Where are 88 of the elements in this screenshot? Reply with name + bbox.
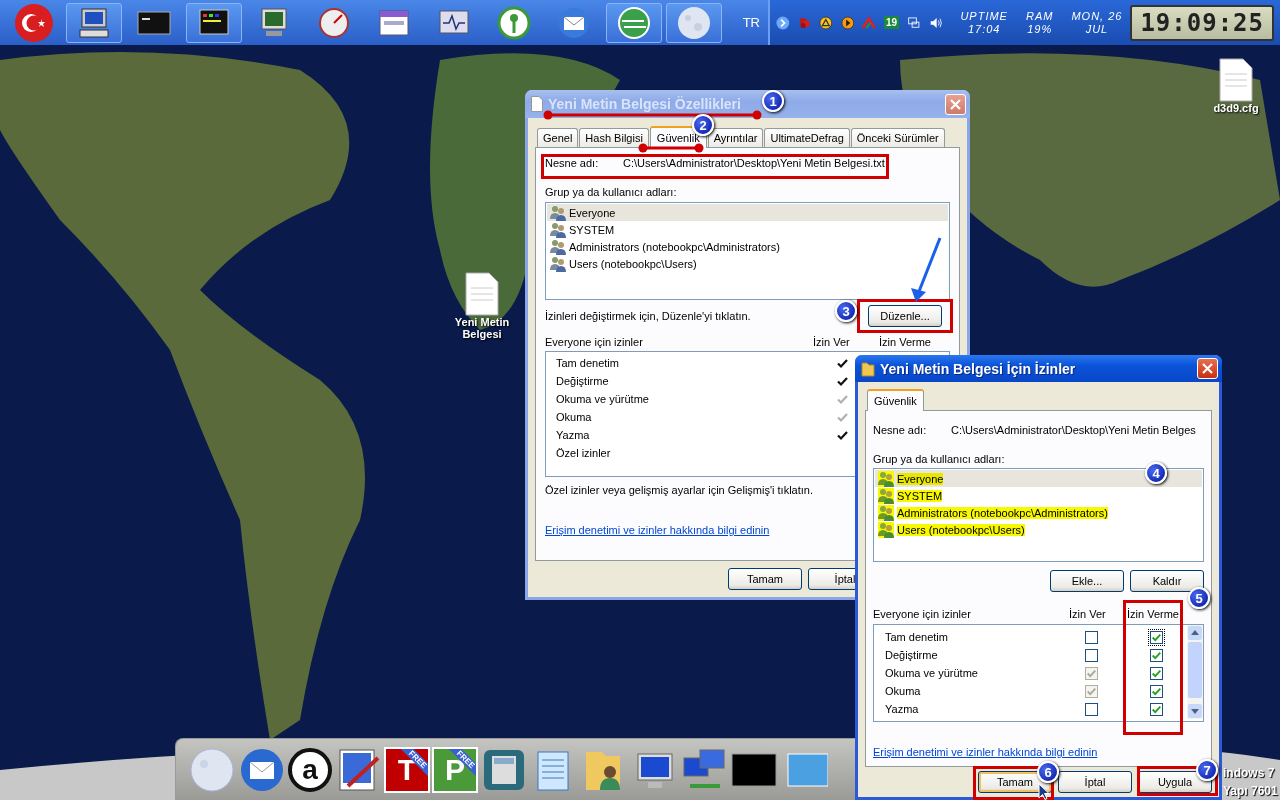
- permission-name: Değiştirme: [556, 375, 610, 387]
- ram-value: 19%: [1027, 22, 1053, 36]
- folder-icon: [861, 360, 875, 377]
- ram-label: RAM: [1025, 9, 1054, 23]
- column-header: İzin Verme: [879, 336, 931, 348]
- month-text: JUL: [1085, 22, 1109, 36]
- window-title: Yeni Metin Belgesi Özellikleri: [548, 96, 741, 112]
- object-path: C:\Users\Administrator\Desktop\Yeni Metin Belges: [951, 424, 1196, 436]
- field-label: Nesne adı:: [873, 424, 928, 436]
- scrollbar[interactable]: [1187, 625, 1203, 719]
- checkbox[interactable]: [1150, 702, 1163, 716]
- underline-marker: [638, 142, 704, 154]
- close-button[interactable]: [1197, 358, 1218, 379]
- dialog-button[interactable]: İptal: [1058, 771, 1132, 793]
- permission-name: Tam denetim: [885, 631, 949, 643]
- object-path: C:\Users\Administrator\Desktop\Yeni Metin Belgesi.txt: [623, 157, 885, 169]
- digital-clock: 19:09:25: [1130, 4, 1274, 41]
- pointer-arrow: [908, 236, 944, 304]
- file-label[interactable]: d3d9.cfg: [1213, 102, 1259, 114]
- uptime-label: UPTIME: [960, 9, 1008, 23]
- computer-icon[interactable]: [66, 2, 122, 43]
- users-icon: [878, 487, 894, 504]
- os-version-text: indows 7: [1223, 766, 1275, 780]
- hint-text: İzinleri değiştirmek için, Düzenle'yi tıklatın.: [545, 310, 751, 322]
- app-logo[interactable]: a: [288, 747, 332, 792]
- date-text: MON, 26: [1071, 9, 1123, 23]
- users-icon: [550, 204, 566, 221]
- users-icon: [550, 221, 566, 238]
- tab[interactable]: Güvenlik: [867, 389, 924, 411]
- window-title: Yeni Metin Belgesi İçin İzinler: [880, 360, 1076, 377]
- checkbox[interactable]: [1150, 648, 1163, 662]
- play-icon[interactable]: [840, 14, 855, 31]
- list-item[interactable]: Everyone: [547, 204, 948, 221]
- file-label[interactable]: Yeni Metin Belgesi: [442, 316, 522, 340]
- permission-name: Okuma ve yürütme: [556, 393, 650, 405]
- calendar-badge[interactable]: 19: [884, 16, 900, 29]
- section-label: Everyone için izinler: [873, 608, 972, 620]
- users-icon: [878, 470, 894, 487]
- field-label: Nesne adı:: [545, 157, 600, 169]
- list-item[interactable]: SYSTEM: [547, 221, 948, 238]
- network-icon[interactable]: [907, 14, 921, 31]
- hint-text: Özel izinler veya gelişmiş ayarlar için Gelişmiş'i tıklatın.: [545, 484, 813, 496]
- permission-name: Değiştirme: [885, 649, 939, 661]
- os-version-text: Yapı 7601: [1223, 784, 1278, 798]
- arrow-button-icon[interactable]: [776, 14, 790, 31]
- screen-icon[interactable]: [186, 2, 242, 43]
- list-item[interactable]: SYSTEM: [875, 487, 1202, 504]
- permission-name: Özel izinler: [556, 447, 612, 459]
- moon-icon[interactable]: [666, 2, 722, 43]
- section-label: Grup ya da kullanıcı adları:: [545, 186, 677, 198]
- users-icon: [550, 238, 566, 255]
- close-icon: [950, 98, 961, 110]
- help-link[interactable]: Erişim denetimi ve izinler hakkında bilgi edinin: [873, 746, 1098, 758]
- list-item[interactable]: Administrators (notebookpc\Administrators): [547, 238, 948, 255]
- checkbox[interactable]: [1150, 666, 1163, 680]
- uptime-value: 17:04: [967, 22, 1001, 36]
- globe-icon[interactable]: [606, 2, 662, 43]
- list-item[interactable]: Administrators (notebookpc\Administrators): [875, 504, 1202, 521]
- column-header: İzin Ver: [1069, 608, 1107, 620]
- users-icon: [878, 521, 894, 538]
- list-item[interactable]: Users (notebookpc\Users): [547, 255, 948, 272]
- checkbox[interactable]: [1150, 684, 1163, 698]
- column-header: İzin Ver: [813, 336, 851, 348]
- mouse-cursor-icon: [1038, 783, 1050, 800]
- permission-name: Tam denetim: [556, 357, 620, 369]
- users-icon: [878, 504, 894, 521]
- language-indicator[interactable]: TR: [742, 15, 760, 30]
- remove-button[interactable]: Kaldır: [1130, 570, 1204, 592]
- document-icon[interactable]: [1219, 58, 1253, 102]
- users-icon: [550, 255, 566, 272]
- checkbox[interactable]: [1085, 648, 1098, 662]
- permission-name: Okuma ve yürütme: [885, 667, 979, 679]
- warning-icon[interactable]: [819, 14, 833, 31]
- document-icon: [531, 96, 543, 112]
- document-icon[interactable]: [465, 272, 499, 316]
- permission-name: Okuma: [885, 685, 922, 697]
- section-label: Everyone için izinler: [545, 336, 644, 348]
- permission-name: Yazma: [885, 703, 920, 715]
- checkbox[interactable]: [1085, 630, 1098, 644]
- list-item[interactable]: Users (notebookpc\Users): [875, 521, 1202, 538]
- column-header: İzin Verme: [1127, 608, 1179, 620]
- permission-name: Yazma: [556, 429, 591, 441]
- permission-name: Okuma: [556, 411, 593, 423]
- checkbox[interactable]: [1085, 702, 1098, 716]
- close-icon: [1202, 363, 1213, 374]
- add-button[interactable]: Ekle...: [1050, 570, 1124, 592]
- section-label: Grup ya da kullanıcı adları:: [873, 453, 1005, 465]
- checkbox[interactable]: [1150, 630, 1163, 644]
